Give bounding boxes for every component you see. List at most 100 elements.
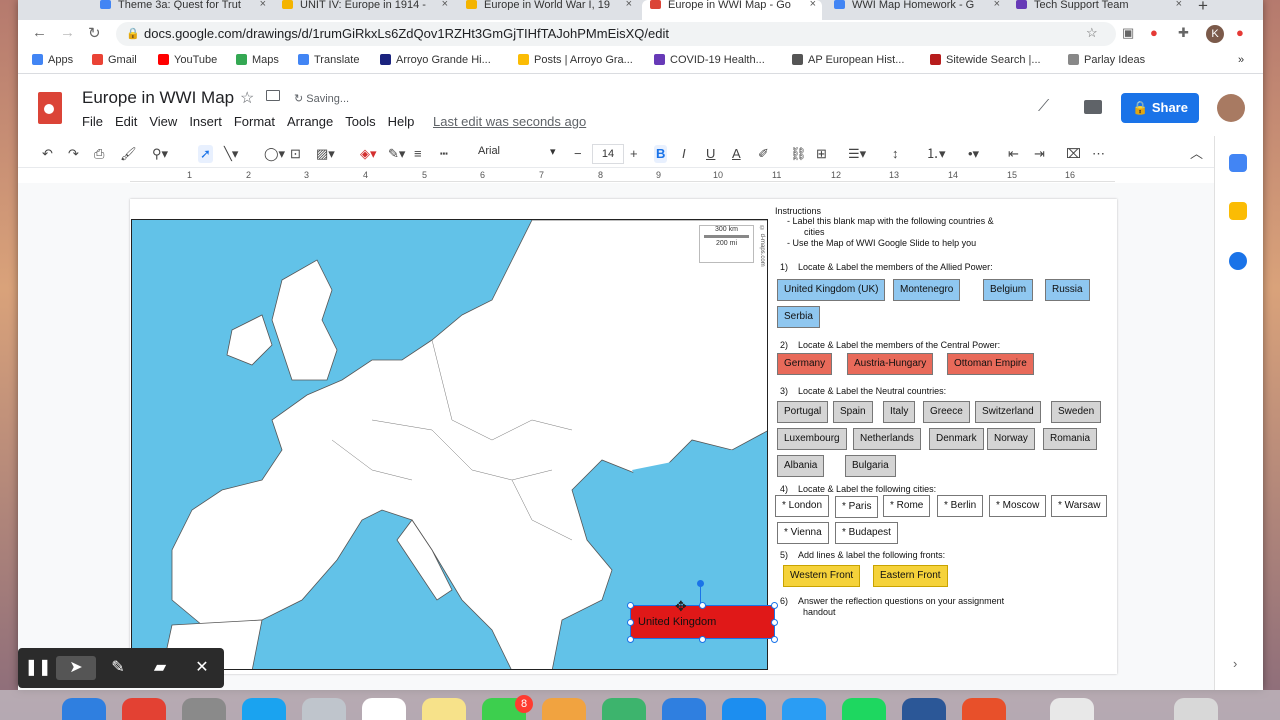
link-icon[interactable]: ⛓: [790, 145, 807, 163]
instructions-heading[interactable]: Instructions: [775, 206, 1110, 216]
undo-icon[interactable]: ↶: [42, 145, 53, 163]
italic-icon[interactable]: I: [682, 145, 686, 163]
textbox-icon[interactable]: ⊡: [290, 145, 301, 163]
menu-insert[interactable]: Insert: [189, 114, 222, 129]
menu-help[interactable]: Help: [388, 114, 415, 129]
step-6[interactable]: 6) Answer the reflection questions on yo…: [780, 596, 1004, 606]
menu-edit[interactable]: Edit: [115, 114, 137, 129]
instruction-line[interactable]: cities: [775, 227, 1110, 238]
extension-icon[interactable]: ▣: [1122, 25, 1134, 41]
neutral-chip[interactable]: Portugal: [777, 401, 829, 423]
app-store-icon[interactable]: [722, 698, 766, 720]
rotate-handle[interactable]: [697, 580, 704, 587]
menu-tools[interactable]: Tools: [345, 114, 375, 129]
reload-icon[interactable]: ↻: [88, 24, 101, 42]
front-chip[interactable]: Western Front: [783, 565, 861, 587]
city-chip[interactable]: * London: [775, 495, 830, 517]
browser-tab[interactable]: WWI Map Homework - G ×: [826, 0, 1006, 20]
central-chip[interactable]: Germany: [777, 353, 833, 375]
collapse-icon[interactable]: ︿: [1190, 145, 1203, 163]
close-tab-icon[interactable]: ×: [626, 0, 632, 10]
neutral-chip[interactable]: Romania: [1043, 428, 1098, 450]
selected-label-box[interactable]: United Kingdom: [630, 605, 775, 639]
launchpad-icon[interactable]: [302, 698, 346, 720]
comment-icon[interactable]: [1084, 100, 1102, 114]
city-chip[interactable]: * Moscow: [989, 495, 1047, 517]
allied-chip[interactable]: Montenegro: [893, 279, 961, 301]
drawing-page[interactable]: 300 km 200 mi © d-maps.com Instructions …: [130, 199, 1117, 674]
neutral-chip[interactable]: Bulgaria: [845, 455, 896, 477]
resize-handle[interactable]: [771, 619, 778, 626]
pointer-icon[interactable]: ➤: [56, 656, 96, 680]
browser-tab[interactable]: Theme 3a: Quest for Trut ×: [92, 0, 272, 20]
bookmark-posts[interactable]: Posts | Arroyo Gra...: [518, 54, 633, 66]
line-tool-icon[interactable]: ╲▾: [224, 145, 238, 163]
safari-icon[interactable]: [782, 698, 826, 720]
chrome-icon[interactable]: [122, 698, 166, 720]
bookmark-parlay[interactable]: Parlay Ideas: [1068, 54, 1145, 66]
neutral-chip[interactable]: Sweden: [1051, 401, 1102, 423]
resize-handle[interactable]: [699, 602, 706, 609]
numbers-icon[interactable]: [602, 698, 646, 720]
border-color-icon[interactable]: ✎▾: [388, 145, 405, 163]
city-chip[interactable]: * Rome: [883, 495, 931, 517]
city-chip[interactable]: * Vienna: [777, 522, 829, 544]
close-tab-icon[interactable]: ×: [442, 0, 448, 10]
neutral-chip[interactable]: Italy: [883, 401, 916, 423]
bookmark-apps[interactable]: Apps: [32, 54, 73, 66]
image-icon[interactable]: ▨▾: [316, 145, 335, 163]
pages-icon[interactable]: [542, 698, 586, 720]
shape-tool-icon[interactable]: ◯▾: [264, 145, 285, 163]
allied-chip[interactable]: United Kingdom (UK): [777, 279, 886, 301]
select-tool-icon[interactable]: ➚: [198, 145, 213, 163]
move-folder-icon[interactable]: [266, 90, 280, 101]
instruction-line[interactable]: - Label this blank map with the followin…: [775, 216, 1110, 227]
bookmark-star-icon[interactable]: ☆: [1086, 25, 1098, 41]
user-avatar[interactable]: [1217, 94, 1245, 122]
bookmark-ap-euro[interactable]: AP European Hist...: [792, 54, 904, 66]
bookmark-maps[interactable]: Maps: [236, 54, 279, 66]
allied-chip[interactable]: Serbia: [777, 306, 820, 328]
instruction-line[interactable]: - Use the Map of WWI Google Slide to hel…: [775, 238, 1110, 249]
decrease-indent-icon[interactable]: ⇤: [1008, 145, 1019, 163]
city-chip[interactable]: * Warsaw: [1051, 495, 1108, 517]
close-tab-icon[interactable]: ×: [260, 0, 266, 10]
drawing-canvas[interactable]: 300 km 200 mi © d-maps.com Instructions …: [18, 183, 1214, 690]
print-icon[interactable]: ⎙: [94, 145, 104, 163]
resize-handle[interactable]: [699, 636, 706, 643]
step-2[interactable]: 2) Locate & Label the members of the Cen…: [780, 340, 1000, 350]
menu-arrange[interactable]: Arrange: [287, 114, 333, 129]
new-tab-icon[interactable]: +: [1198, 0, 1208, 16]
browser-tab[interactable]: UNIT IV: Europe in 1914 - ×: [274, 0, 454, 20]
app-icon[interactable]: [962, 698, 1006, 720]
keep-icon[interactable]: [1229, 202, 1247, 220]
document-title[interactable]: Europe in WWI Map: [82, 88, 234, 108]
resize-handle[interactable]: [627, 602, 634, 609]
step-4[interactable]: 4) Locate & Label the following cities:: [780, 484, 936, 494]
border-weight-icon[interactable]: ≡: [414, 145, 422, 163]
increase-indent-icon[interactable]: ⇥: [1034, 145, 1045, 163]
last-edit-link[interactable]: Last edit was seconds ago: [433, 114, 586, 129]
menu-view[interactable]: View: [149, 114, 177, 129]
update-icon[interactable]: ●: [1236, 25, 1244, 40]
allied-chip[interactable]: Russia: [1045, 279, 1090, 301]
share-button[interactable]: 🔒 Share: [1121, 93, 1199, 123]
browser-tab[interactable]: Europe in World War I, 19 ×: [458, 0, 638, 20]
siri-icon[interactable]: [242, 698, 286, 720]
neutral-chip[interactable]: Spain: [833, 401, 873, 423]
more-icon[interactable]: ⋯: [1092, 145, 1105, 163]
pen-icon[interactable]: ✎: [98, 656, 138, 680]
highlight-icon[interactable]: ✐: [758, 145, 769, 163]
browser-tab[interactable]: Tech Support Team ×: [1008, 0, 1188, 20]
neutral-chip[interactable]: Greece: [923, 401, 970, 423]
highlighter-icon[interactable]: ▰: [140, 656, 180, 680]
drawings-logo-icon[interactable]: [38, 92, 62, 124]
bulleted-list-icon[interactable]: •▾: [968, 145, 979, 163]
decrease-font-icon[interactable]: −: [574, 145, 582, 163]
neutral-chip[interactable]: Norway: [987, 428, 1035, 450]
calendar-icon[interactable]: [1229, 154, 1247, 172]
city-chip[interactable]: * Paris: [835, 496, 879, 518]
menu-file[interactable]: File: [82, 114, 103, 129]
align-icon[interactable]: ☰▾: [848, 145, 866, 163]
bookmark-arroyo-grande[interactable]: Arroyo Grande Hi...: [380, 54, 491, 66]
